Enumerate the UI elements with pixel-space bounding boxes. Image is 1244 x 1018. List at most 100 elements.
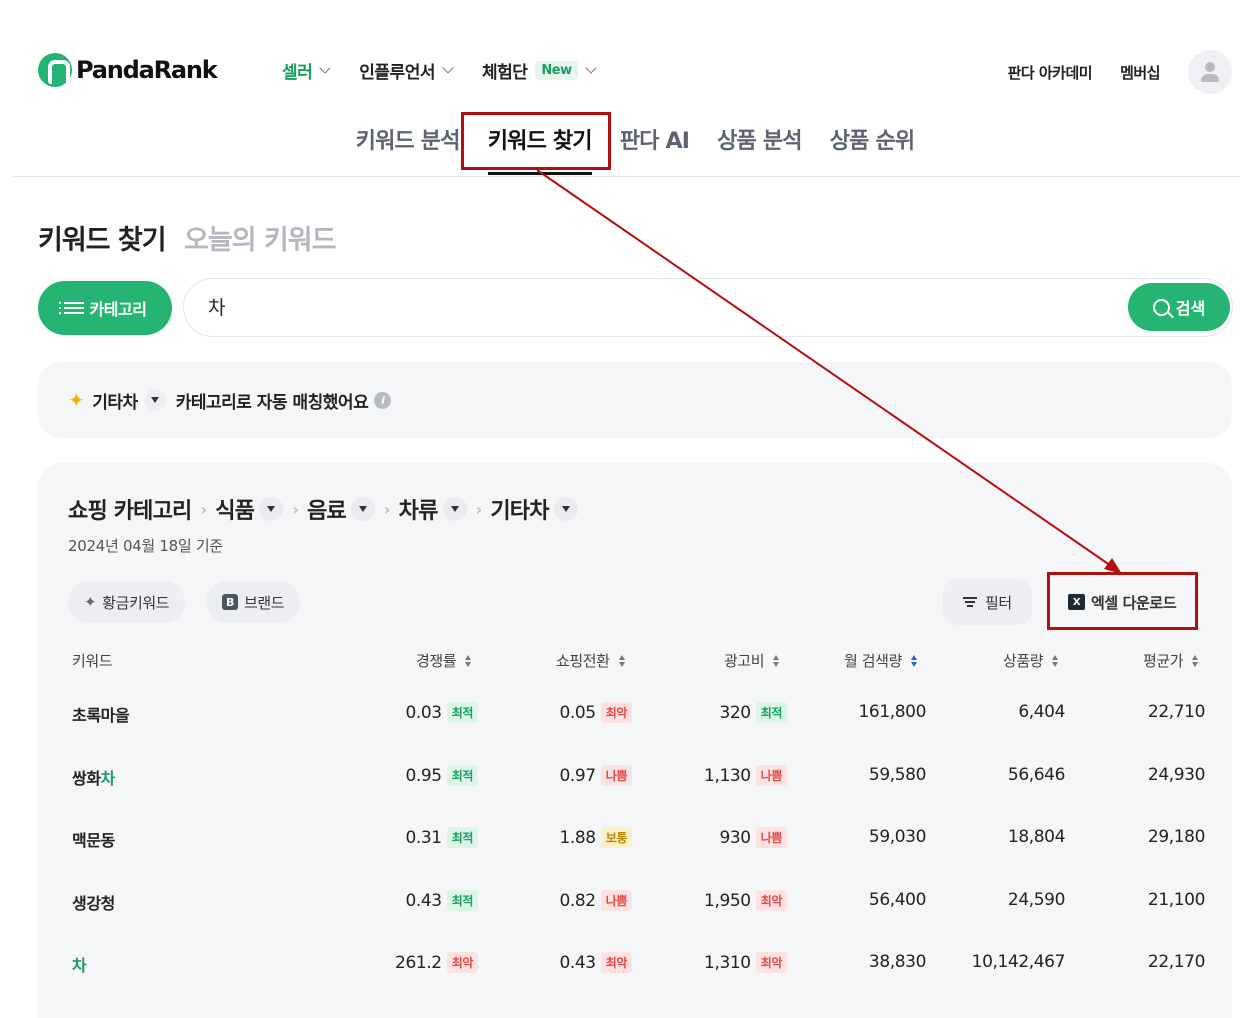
column-header-monthly-search[interactable]: 월 검색량 [844,650,917,671]
cell-value: 38,830 [868,952,926,972]
breadcrumb-dropdown[interactable] [350,497,375,521]
keyword-cell: 쌍화차 [72,765,115,789]
academy-link[interactable]: 판다 아카데미 [1008,62,1093,83]
caret-down-icon [267,506,276,512]
metric-value: 0.05 [559,702,596,723]
competition-cell: 0.43 최적 [318,890,478,911]
keyword-text[interactable]: 맥문동 [72,827,115,851]
conversion-cell: 1.88 보통 [472,827,632,848]
sub-nav: 키워드 분석 키워드 찾기 판다 AI 상품 분석 상품 순위 [0,123,1244,175]
chevron-down-icon [442,62,454,74]
keyword-text[interactable]: 초록마을 [72,702,130,726]
conversion-cell: 0.05 최악 [472,702,632,723]
metric-value: 0.43 [405,890,442,911]
ad-cost-cell: 1,950 최악 [627,890,787,911]
nav-item-seller[interactable]: 셀러 [282,58,331,83]
column-label: 월 검색량 [844,652,902,670]
column-header-competition[interactable]: 경쟁률 [416,650,472,671]
breadcrumb-item[interactable]: 음료 [307,493,347,525]
metric-value: 261.2 [395,952,442,973]
caret-down-icon [561,506,570,512]
nav-item-influencer[interactable]: 인플루언서 [359,58,454,83]
tab-panda-ai[interactable]: 판다 AI [620,123,690,165]
tab-product-analysis[interactable]: 상품 분석 [717,123,802,165]
metric-value: 320 [719,702,751,723]
annotation-highlight-tab [461,112,611,170]
rating-badge: 나쁨 [755,765,787,786]
column-header-products[interactable]: 상품량 [1003,650,1059,671]
cell-value: 6,404 [1018,702,1065,722]
user-icon [1201,62,1219,82]
competition-cell: 0.95 최적 [318,765,478,786]
chevron-down-icon [319,62,331,74]
avg-price-cell: 21,100 [1065,890,1205,910]
avg-price-cell: 29,180 [1065,827,1205,847]
keyword-prefix: 초록마을 [72,706,130,725]
search-button-label: 검색 [1175,299,1206,318]
page-title: 키워드 찾기 오늘의 키워드 [38,218,336,257]
avg-price-cell: 24,930 [1065,765,1205,785]
ad-cost-cell: 930 나쁨 [627,827,787,848]
avatar[interactable] [1188,50,1232,94]
caret-down-icon [150,397,159,403]
keyword-cell: 맥문동 [72,827,115,851]
category-button[interactable]: 카테고리 [38,281,172,335]
sparkle-icon: ✦ [68,388,85,412]
breadcrumb-separator-icon: › [292,499,299,519]
rating-badge: 최적 [755,702,787,723]
today-keyword-tab[interactable]: 오늘의 키워드 [184,225,336,256]
rating-badge: 나쁨 [755,827,787,848]
category-button-label: 카테고리 [89,300,147,319]
cell-value: 24,930 [1147,765,1205,785]
category-dropdown-toggle[interactable] [143,389,166,411]
cell-value: 59,030 [868,827,926,847]
golden-keyword-chip[interactable]: ✦ 황금키워드 [68,581,186,623]
logo[interactable]: PandaRank [38,53,218,87]
column-header-ad-cost[interactable]: 광고비 [724,650,780,671]
competition-cell: 0.03 최적 [318,702,478,723]
breadcrumb-item[interactable]: 차류 [399,493,439,525]
breadcrumb-dropdown[interactable] [259,497,284,521]
keyword-text[interactable]: 차 [72,952,87,976]
sort-active-icon [910,654,917,667]
conversion-cell: 0.97 나쁨 [472,765,632,786]
list-icon [58,299,84,317]
info-icon[interactable]: i [374,391,392,409]
column-label: 광고비 [724,652,765,670]
breadcrumb-item[interactable]: 기타차 [490,493,549,525]
breadcrumb-dropdown[interactable] [553,497,578,521]
tab-keyword-analysis[interactable]: 키워드 분석 [356,123,461,165]
breadcrumb-item[interactable]: 식품 [215,493,255,525]
logo-text: PandaRank [76,56,218,84]
search-input[interactable] [208,295,1088,317]
matched-category[interactable]: 기타차 [92,388,138,413]
brand-chip[interactable]: B 브랜드 [206,581,301,623]
products-cell: 18,804 [925,827,1065,847]
filter-button-label: 필터 [985,593,1012,612]
breadcrumb-dropdown[interactable] [442,497,467,521]
membership-link[interactable]: 멤버십 [1120,62,1160,83]
search-button[interactable]: 검색 [1128,283,1230,331]
keyword-text[interactable]: 생강청 [72,890,115,914]
monthly-search-cell: 161,800 [786,702,927,722]
cell-value: 21,100 [1147,890,1205,910]
competition-cell: 0.31 최적 [318,827,478,848]
tab-product-ranking[interactable]: 상품 순위 [830,123,915,165]
cell-value: 56,400 [868,890,926,910]
nav-label: 셀러 [282,63,313,83]
nav-item-experience[interactable]: 체험단 New [482,58,597,83]
keyword-cell: 생강청 [72,890,115,914]
filter-button[interactable]: 필터 [943,579,1032,625]
products-cell: 24,590 [925,890,1065,910]
column-label: 경쟁률 [416,652,457,670]
conversion-cell: 0.82 나쁨 [472,890,632,911]
cell-value: 10,142,467 [971,952,1066,972]
cell-value: 18,804 [1007,827,1065,847]
auto-match-panel: ✦ 기타차 카테고리로 자동 매칭했어요 i [38,362,1232,438]
keyword-text[interactable]: 쌍화차 [72,765,115,789]
top-right-menu: 판다 아카데미 멤버십 [1008,50,1232,94]
sort-icon [773,654,780,667]
column-header-conversion[interactable]: 쇼핑전환 [556,650,625,671]
column-header-avg-price[interactable]: 평균가 [1143,650,1199,671]
breadcrumb: 쇼핑 카테고리 › 식품 › 음료 › 차류 › 기타차 [68,493,578,525]
